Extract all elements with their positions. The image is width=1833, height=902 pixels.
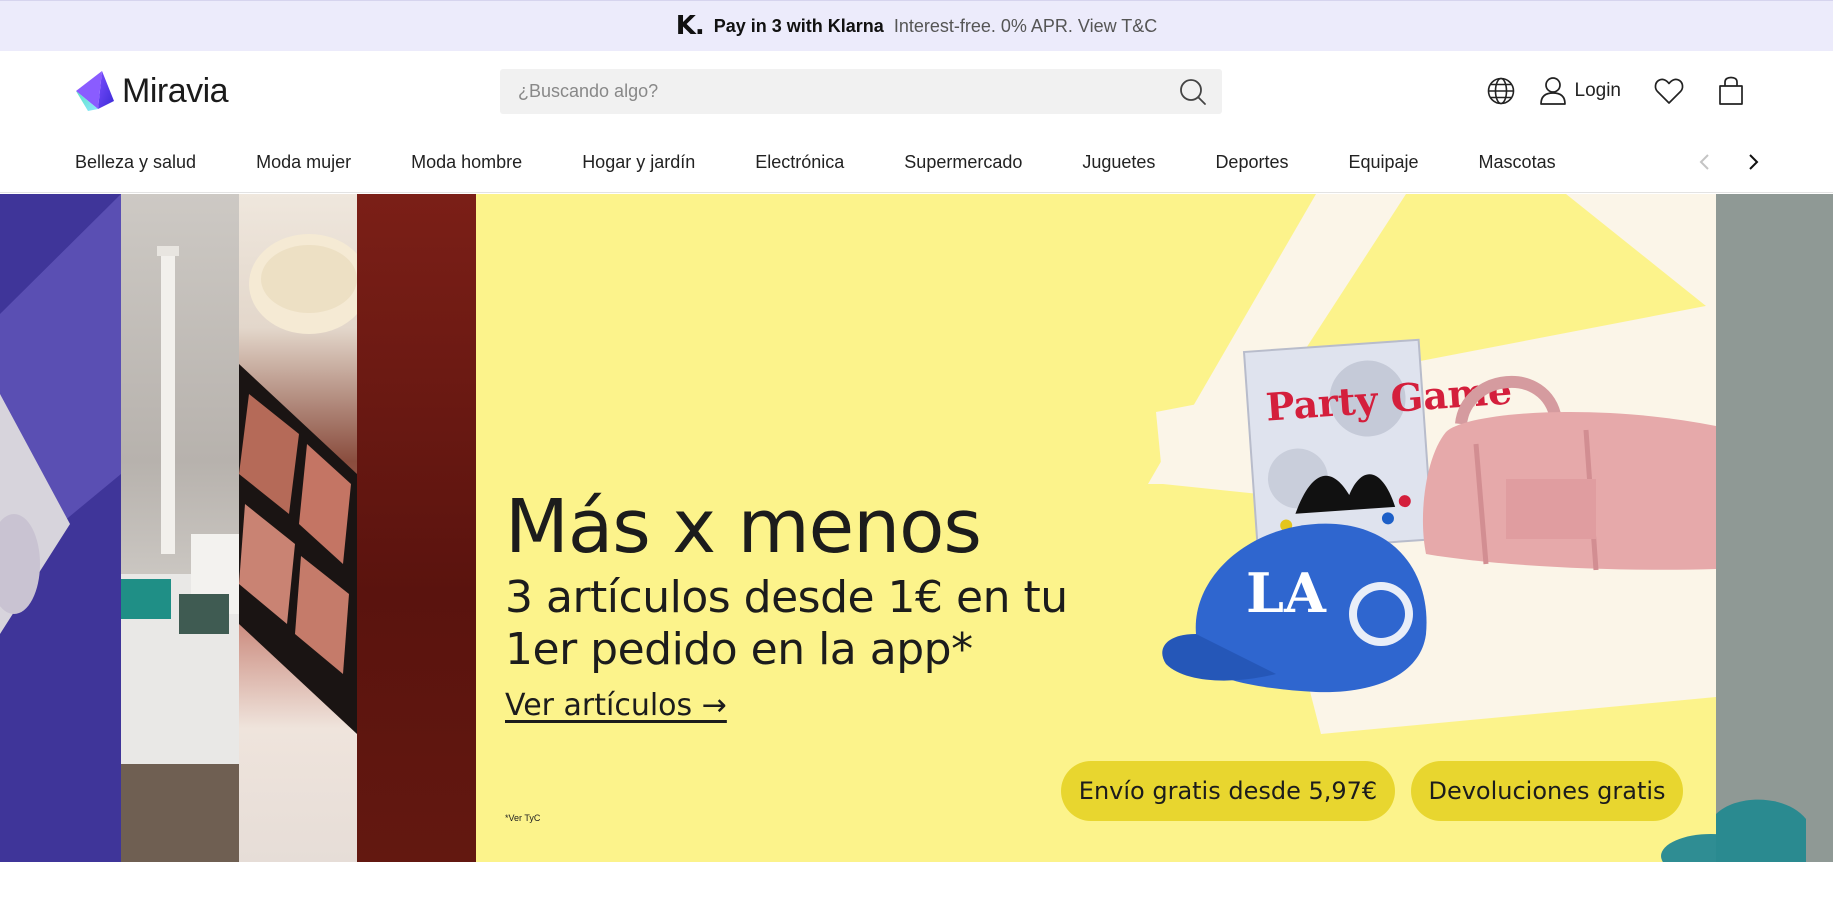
hero-subtitle: 3 artículos desde 1€ en tu 1er pedido en…	[505, 572, 1068, 675]
cart-button[interactable]	[1715, 75, 1747, 107]
category-supermercado[interactable]: Supermercado	[904, 152, 1022, 173]
free-returns-badge[interactable]: Devoluciones gratis	[1411, 761, 1683, 821]
living-room-image	[121, 246, 239, 862]
chevron-right-icon	[1749, 154, 1759, 170]
category-equipaje[interactable]: Equipaje	[1348, 152, 1418, 173]
cosmetics-image	[239, 234, 357, 734]
category-moda-hombre[interactable]: Moda hombre	[411, 152, 522, 173]
category-hogar-jardin[interactable]: Hogar y jardín	[582, 152, 695, 173]
category-next-button[interactable]	[1739, 148, 1767, 176]
globe-icon	[1487, 77, 1514, 105]
chevron-left-icon	[1699, 154, 1709, 170]
miravia-logo[interactable]: Miravia	[74, 69, 229, 113]
wishlist-button[interactable]	[1653, 75, 1685, 107]
language-button[interactable]	[1485, 75, 1517, 107]
free-shipping-badge[interactable]: Envío gratis desde 5,97€	[1061, 761, 1395, 821]
login-button[interactable]: Login	[1539, 76, 1622, 106]
login-label: Login	[1574, 80, 1622, 101]
hero-cta-link[interactable]: Ver artículos →	[505, 688, 727, 723]
category-electronica[interactable]: Electrónica	[755, 152, 844, 173]
cap-text: LA	[1246, 561, 1327, 625]
category-scroll-controls	[1691, 148, 1767, 176]
category-list: Belleza y salud Moda mujer Moda hombre H…	[75, 131, 1556, 193]
logo-text: Miravia	[122, 71, 229, 110]
klarna-terms[interactable]: Interest-free. 0% APR. View T&C	[894, 16, 1157, 37]
search-input[interactable]	[518, 69, 1158, 114]
category-deportes[interactable]: Deportes	[1215, 152, 1288, 173]
hero-slide-strip-livingroom[interactable]	[121, 194, 239, 862]
category-mascotas[interactable]: Mascotas	[1479, 152, 1556, 173]
search-button[interactable]	[1178, 77, 1208, 107]
header-actions: Login	[1485, 75, 1748, 107]
heart-icon	[1654, 78, 1684, 104]
category-nav: Belleza y salud Moda mujer Moda hombre H…	[0, 131, 1833, 193]
hero-slide-strip-next[interactable]	[1716, 194, 1833, 862]
klarna-banner[interactable]: K. Pay in 3 with Klarna Interest-free. 0…	[0, 0, 1833, 51]
user-icon	[1539, 77, 1566, 105]
category-belleza-salud[interactable]: Belleza y salud	[75, 152, 196, 173]
hero-slide-strip-purple[interactable]	[0, 194, 121, 862]
klarna-title: Pay in 3 with Klarna	[713, 15, 884, 36]
hero-slide-strip-cosmetics[interactable]	[239, 194, 357, 862]
category-moda-mujer[interactable]: Moda mujer	[256, 152, 351, 173]
hero-slide-strip-red[interactable]	[357, 194, 476, 862]
miravia-logo-icon	[76, 71, 114, 111]
search-bar	[500, 69, 1222, 114]
sneaker-image	[0, 194, 121, 634]
klarna-logo: K.	[675, 11, 705, 41]
hero-fine-print[interactable]: *Ver TyC	[505, 813, 540, 823]
category-juguetes[interactable]: Juguetes	[1082, 152, 1155, 173]
site-header: Miravia Login	[0, 51, 1833, 131]
search-icon	[1180, 79, 1206, 105]
bag-icon	[1719, 76, 1743, 105]
hero-main-slide[interactable]: Party Game LA Más x menos 3 artículos de…	[476, 194, 1716, 862]
hero-carousel[interactable]: Party Game LA Más x menos 3 artículos de…	[0, 194, 1833, 862]
category-prev-button[interactable]	[1691, 148, 1719, 176]
next-slide-image	[1716, 194, 1833, 862]
hero-title: Más x menos	[505, 484, 982, 570]
